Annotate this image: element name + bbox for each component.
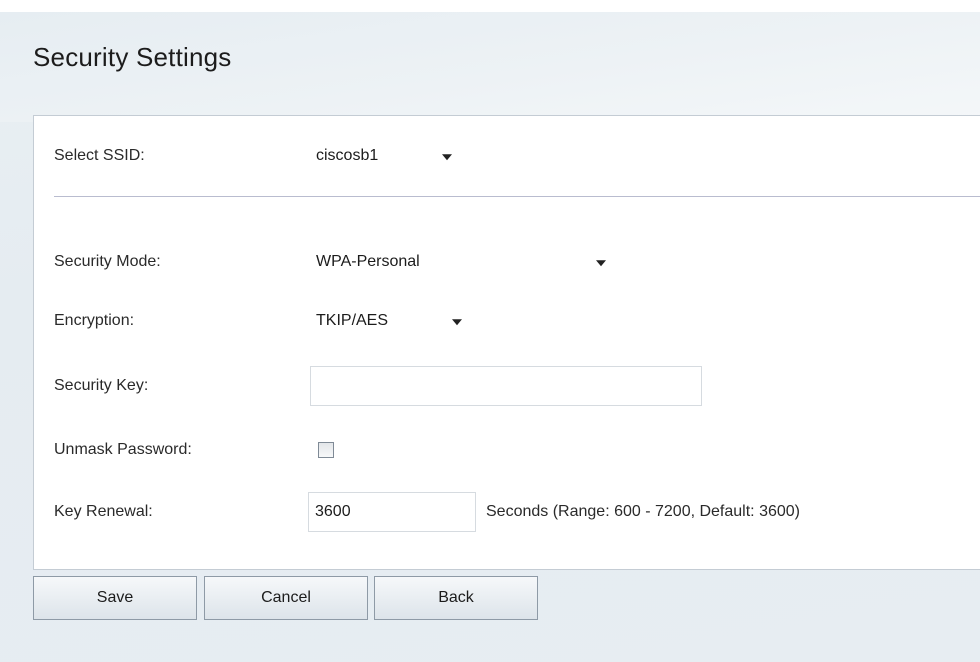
- security-mode-dropdown[interactable]: WPA-Personal: [310, 242, 620, 282]
- encryption-label: Encryption:: [54, 312, 135, 329]
- select-ssid-dropdown[interactable]: ciscosb1: [310, 136, 462, 176]
- key-renewal-hint: Seconds (Range: 600 - 7200, Default: 360…: [486, 503, 800, 520]
- encryption-row: Encryption: TKIP/AES: [34, 301, 980, 341]
- section-divider: [54, 196, 980, 197]
- security-mode-label: Security Mode:: [54, 253, 161, 270]
- select-ssid-label: Select SSID:: [54, 147, 145, 164]
- key-renewal-input[interactable]: [308, 492, 476, 532]
- key-renewal-label: Key Renewal:: [54, 503, 153, 520]
- back-button[interactable]: Back: [374, 576, 538, 620]
- select-ssid-row: Select SSID: ciscosb1: [34, 136, 980, 176]
- chevron-down-icon: [596, 260, 606, 267]
- page-title: Security Settings: [33, 42, 232, 72]
- security-mode-value: WPA-Personal: [316, 253, 420, 270]
- encryption-value: TKIP/AES: [316, 312, 389, 329]
- unmask-password-checkbox[interactable]: [318, 442, 334, 458]
- security-key-row: Security Key:: [34, 366, 980, 406]
- unmask-password-label: Unmask Password:: [54, 441, 192, 458]
- settings-panel: Select SSID: ciscosb1 Security Mode: WPA…: [33, 115, 980, 570]
- unmask-password-row: Unmask Password:: [34, 430, 980, 470]
- cancel-button[interactable]: Cancel: [204, 576, 368, 620]
- security-key-label: Security Key:: [54, 377, 149, 394]
- security-key-input[interactable]: [310, 366, 702, 406]
- key-renewal-row: Key Renewal: Seconds (Range: 600 - 7200,…: [34, 492, 980, 532]
- security-mode-row: Security Mode: WPA-Personal: [34, 242, 980, 282]
- select-ssid-value: ciscosb1: [316, 147, 379, 164]
- save-button[interactable]: Save: [33, 576, 197, 620]
- chevron-down-icon: [442, 154, 452, 161]
- encryption-dropdown[interactable]: TKIP/AES: [310, 301, 472, 341]
- security-settings-page: Security Settings Select SSID: ciscosb1 …: [0, 12, 980, 662]
- chevron-down-icon: [452, 319, 462, 326]
